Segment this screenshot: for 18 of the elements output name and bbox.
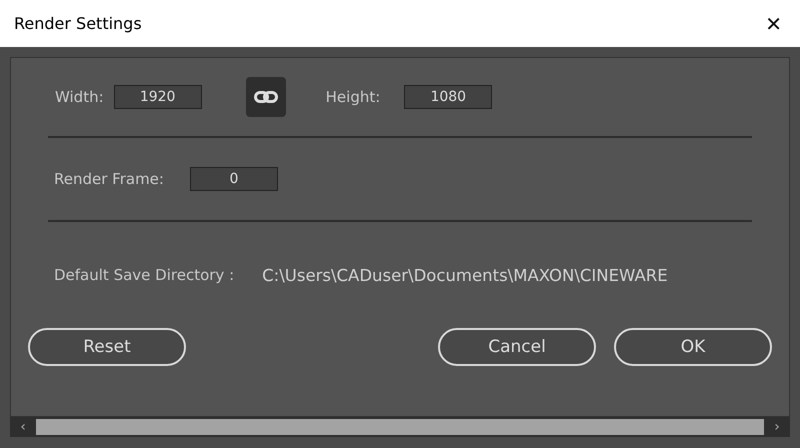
dialog-button[interactable]: Reset <box>28 328 186 366</box>
close-button[interactable]: ✕ <box>761 12 786 36</box>
directory-label: Default Save Directory : <box>54 266 234 284</box>
directory-path: C:\Users\CADuser\Documents\MAXON\CINEWARE <box>262 266 668 284</box>
scroll-left-button[interactable]: ‹ <box>10 419 36 435</box>
scrollbar-thumb[interactable] <box>36 419 764 435</box>
link-toggle[interactable] <box>246 77 286 117</box>
window-title: Render Settings <box>14 14 142 33</box>
scroll-right-button[interactable]: › <box>764 419 790 435</box>
input-field[interactable]: 0 <box>190 167 278 191</box>
dialog-button[interactable]: OK <box>614 328 772 366</box>
frame-label: Render Frame: <box>54 170 164 188</box>
dialog-button[interactable]: Cancel <box>438 328 596 366</box>
input-field[interactable]: 1080 <box>404 85 492 109</box>
width-label: Width: <box>55 88 104 106</box>
input-field[interactable]: 1920 <box>114 85 202 109</box>
chain-link-icon <box>254 91 278 103</box>
height-label: Height: <box>326 88 380 106</box>
